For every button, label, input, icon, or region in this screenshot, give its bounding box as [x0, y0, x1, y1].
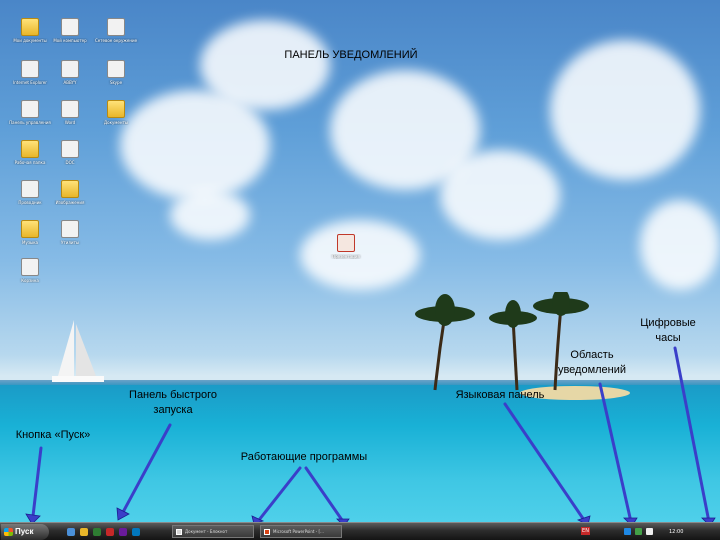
start-button[interactable]: Пуск [1, 523, 49, 540]
app-icon [61, 60, 79, 78]
language-bar[interactable]: EN [581, 527, 590, 535]
desktop-icon[interactable]: Изображения [42, 180, 98, 205]
doc-icon [61, 100, 79, 118]
desktop-icon[interactable]: DOC [42, 140, 98, 165]
desktop-icon[interactable]: Корзина [2, 258, 58, 283]
task-button-2[interactable]: Microsoft PowerPoint - [... [260, 525, 342, 538]
annotation-start-button: Кнопка «Пуск» [15, 429, 91, 441]
task-button-1[interactable]: Документ - Блокнот [172, 525, 254, 538]
app-icon [21, 180, 39, 198]
annotation-quick-launch: Панель быстрого запуска [129, 389, 217, 416]
network-icon [107, 18, 125, 36]
windows-logo-icon [4, 527, 13, 536]
quick-launch-app2-icon[interactable] [119, 527, 127, 536]
quick-launch-app-icon[interactable] [93, 527, 101, 536]
desktop-icon[interactable]: Документы [88, 100, 144, 125]
notepad-icon [176, 528, 182, 535]
annotation-language-bar: Языковая панель [455, 389, 545, 401]
control-icon [21, 100, 39, 118]
annotation-tray-area: Область уведомлений [557, 349, 627, 376]
cloud [440, 150, 560, 240]
folder-icon [61, 180, 79, 198]
quick-launch-ie-icon[interactable] [67, 527, 75, 536]
desktop-icon[interactable]: Утилиты [42, 220, 98, 245]
quick-launch-app3-icon[interactable] [132, 527, 140, 536]
cloud [550, 40, 700, 180]
desktop-icon[interactable]: Skype [88, 60, 144, 85]
app-icon [21, 258, 39, 276]
powerpoint-icon [264, 528, 270, 535]
folder-icon [21, 140, 39, 158]
sailboat-image [52, 320, 104, 382]
start-button-label: Пуск [15, 527, 34, 536]
app-icon [107, 60, 125, 78]
cloud [640, 200, 720, 290]
folder-icon [21, 18, 39, 36]
annotation-digital-clock: Цифровые часы [640, 317, 696, 344]
desktop-icon-presentation-file[interactable]: Презентация [318, 234, 374, 259]
notification-area: 12:00 [618, 524, 720, 539]
cloud [170, 190, 250, 240]
tray-security-icon[interactable] [635, 528, 642, 535]
ie-icon [21, 60, 39, 78]
tray-volume-icon[interactable] [646, 528, 653, 535]
quick-launch-bar [67, 527, 140, 536]
desktop-icon[interactable]: Сетевое окружение [88, 18, 144, 43]
quick-launch-folder-icon[interactable] [80, 527, 88, 536]
folder-icon [107, 100, 125, 118]
presentation-file-icon [337, 234, 355, 252]
quick-launch-media-icon[interactable] [106, 527, 114, 536]
tray-network-icon[interactable] [624, 528, 631, 535]
app-icon [61, 220, 79, 238]
computer-icon [61, 18, 79, 36]
taskbar: Пуск Документ - Блокнот Microsoft PowerP… [0, 522, 720, 540]
cloud [200, 20, 330, 110]
folder-icon [21, 220, 39, 238]
annotation-notification-panel: ПАНЕЛЬ УВЕДОМЛЕНИЙ [284, 49, 418, 61]
doc-icon [61, 140, 79, 158]
annotation-running-programs: Работающие программы [240, 451, 368, 463]
digital-clock[interactable]: 12:00 [669, 529, 683, 535]
